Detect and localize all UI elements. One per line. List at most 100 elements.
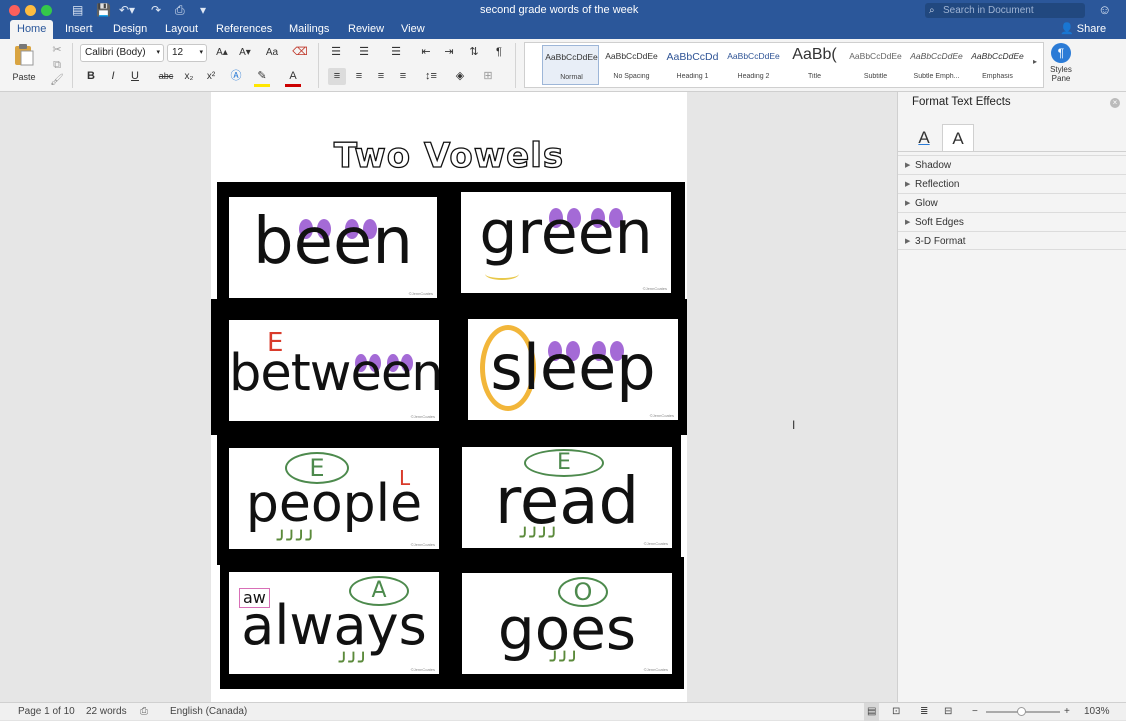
outline-view-icon[interactable]: ≣ bbox=[920, 703, 928, 721]
style-title[interactable]: AaBb(Title bbox=[786, 45, 843, 85]
style-subtle-emphasis[interactable]: AaBbCcDdEe Subtle Emph... bbox=[908, 45, 965, 85]
section-soft-edges[interactable]: ▶ Soft Edges bbox=[898, 212, 1126, 231]
italic-button[interactable]: I bbox=[104, 68, 122, 85]
text-fill-outline-tab[interactable]: A bbox=[908, 124, 940, 152]
tab-home[interactable]: Home bbox=[10, 20, 54, 39]
word-card[interactable]: sleep ©JennCoates bbox=[468, 319, 678, 420]
justify-icon[interactable]: ≡ bbox=[394, 68, 412, 85]
share-button[interactable]: 👤 Share bbox=[1053, 20, 1113, 39]
word-card[interactable]: E L people ╯╯╯╯ ©JennCoates bbox=[229, 448, 439, 549]
subscript-button[interactable]: x₂ bbox=[180, 68, 198, 85]
word-card[interactable]: green ©JennCoates bbox=[461, 192, 671, 293]
word-text: between bbox=[229, 344, 439, 403]
section-reflection[interactable]: ▶ Reflection bbox=[898, 174, 1126, 193]
font-color-icon[interactable]: A bbox=[285, 68, 301, 85]
gallery-more-icon[interactable]: ▸ bbox=[1033, 57, 1037, 66]
word-card[interactable]: E between ©JennCoates bbox=[229, 320, 439, 421]
close-window-button[interactable] bbox=[9, 5, 20, 16]
numbering-icon[interactable]: ☰ bbox=[356, 44, 372, 61]
tab-design[interactable]: Design bbox=[106, 20, 154, 39]
font-size-dropdown[interactable]: 12 ▾ bbox=[167, 44, 207, 62]
shading-icon[interactable]: ◈ bbox=[450, 68, 470, 85]
account-icon[interactable]: ☺ bbox=[1098, 2, 1111, 18]
text-effects-icon[interactable]: Ⓐ bbox=[228, 68, 244, 85]
zoom-out-icon[interactable]: − bbox=[972, 703, 978, 721]
sidebar-toggle-icon[interactable]: ▤ bbox=[72, 2, 83, 18]
increase-indent-icon[interactable]: ⇥ bbox=[441, 44, 457, 61]
line-spacing-icon[interactable]: ↕≡ bbox=[420, 68, 442, 85]
styles-pane-button[interactable]: ¶ Styles Pane bbox=[1046, 43, 1076, 89]
align-right-icon[interactable]: ≡ bbox=[372, 68, 390, 85]
section-3d-format[interactable]: ▶ 3-D Format bbox=[898, 231, 1126, 250]
chevron-down-icon: ▾ bbox=[199, 49, 203, 56]
grow-font-button[interactable]: A▴ bbox=[212, 44, 232, 61]
expand-icon: ▶ bbox=[905, 162, 911, 169]
web-layout-icon[interactable]: ⊡ bbox=[892, 703, 900, 721]
zoom-in-icon[interactable]: + bbox=[1064, 703, 1070, 721]
superscript-button[interactable]: x² bbox=[202, 68, 220, 85]
bold-button[interactable]: B bbox=[82, 68, 100, 85]
section-label: 3-D Format bbox=[915, 236, 966, 247]
shrink-font-button[interactable]: A▾ bbox=[235, 44, 255, 61]
search-input[interactable]: ⌕ Search in Document bbox=[925, 3, 1085, 18]
document-page[interactable]: Two Vowels been ©JennCoates green ©JennC… bbox=[211, 92, 687, 702]
print-icon[interactable]: ⎙ bbox=[175, 2, 185, 18]
style-name: No Spacing bbox=[613, 73, 650, 80]
decrease-indent-icon[interactable]: ⇤ bbox=[418, 44, 434, 61]
customize-toolbar-icon[interactable]: ▾ bbox=[200, 2, 206, 18]
language[interactable]: English (Canada) bbox=[170, 703, 247, 721]
style-heading-2[interactable]: AaBbCcDdEe Heading 2 bbox=[725, 45, 782, 85]
zoom-slider-thumb[interactable] bbox=[1017, 707, 1026, 716]
styles-gallery: AaBbCcDdEe Normal AaBbCcDdEe No Spacing Aa… bbox=[524, 42, 1044, 88]
tab-mailings[interactable]: Mailings bbox=[282, 20, 336, 39]
borders-icon[interactable]: ⊞ bbox=[478, 68, 498, 85]
focus-view-icon[interactable]: ⊟ bbox=[944, 703, 952, 721]
style-heading-1[interactable]: AaBbCcDd Heading 1 bbox=[664, 45, 721, 85]
tab-insert[interactable]: Insert bbox=[58, 20, 100, 39]
style-normal[interactable]: AaBbCcDdEe Normal bbox=[542, 45, 599, 85]
change-case-button[interactable]: Aa bbox=[261, 44, 283, 61]
strikethrough-button[interactable]: abc bbox=[156, 68, 176, 85]
word-card[interactable]: been ©JennCoates bbox=[229, 197, 437, 298]
text-effects-tab[interactable]: A bbox=[942, 124, 974, 152]
word-card[interactable]: O goes ╯╯╯ ©JennCoates bbox=[462, 573, 672, 674]
align-left-icon[interactable]: ≡ bbox=[328, 68, 346, 85]
clear-formatting-icon[interactable]: ⌫ bbox=[290, 44, 310, 61]
word-card[interactable]: aw A always ╯╯╯ ©JennCoates bbox=[229, 572, 439, 674]
format-painter-icon[interactable]: 🖌 bbox=[50, 72, 64, 89]
undo-icon[interactable]: ↶▾ bbox=[119, 2, 135, 18]
sort-icon[interactable]: ⇅ bbox=[466, 44, 482, 61]
style-no-spacing[interactable]: AaBbCcDdEe No Spacing bbox=[603, 45, 660, 85]
underline-button[interactable]: U bbox=[126, 68, 144, 85]
section-glow[interactable]: ▶ Glow bbox=[898, 193, 1126, 212]
proofing-icon[interactable]: ⎙ bbox=[140, 703, 148, 721]
word-card[interactable]: E read ╯╯╯╯ ©JennCoates bbox=[462, 447, 672, 548]
style-emphasis[interactable]: AaBbCcDdEe Emphasis bbox=[969, 45, 1026, 85]
close-icon[interactable]: × bbox=[1110, 98, 1120, 108]
font-size-value: 12 bbox=[172, 47, 184, 58]
style-subtitle[interactable]: AaBbCcDdEe Subtitle bbox=[847, 45, 904, 85]
section-shadow[interactable]: ▶ Shadow bbox=[898, 155, 1126, 174]
tab-view[interactable]: View bbox=[394, 20, 432, 39]
multilevel-list-icon[interactable]: ☰ bbox=[388, 44, 404, 61]
search-icon: ⌕ bbox=[929, 5, 935, 16]
page-count[interactable]: Page 1 of 10 bbox=[18, 703, 75, 721]
page-title: Two Vowels bbox=[333, 135, 565, 176]
minimize-window-button[interactable] bbox=[25, 5, 36, 16]
show-formatting-icon[interactable]: ¶ bbox=[491, 44, 507, 61]
tab-review[interactable]: Review bbox=[341, 20, 391, 39]
document-canvas[interactable]: Two Vowels been ©JennCoates green ©JennC… bbox=[0, 92, 897, 702]
align-center-icon[interactable]: ≡ bbox=[350, 68, 368, 85]
save-icon[interactable]: 💾 bbox=[96, 2, 111, 18]
paste-button[interactable]: Paste bbox=[9, 43, 39, 87]
bullets-icon[interactable]: ☰ bbox=[328, 44, 344, 61]
tab-references[interactable]: References bbox=[209, 20, 279, 39]
tab-layout[interactable]: Layout bbox=[158, 20, 205, 39]
font-name-dropdown[interactable]: Calibri (Body) ▾ bbox=[80, 44, 164, 62]
zoom-level[interactable]: 103% bbox=[1084, 703, 1110, 721]
print-layout-icon[interactable]: ▤ bbox=[864, 703, 880, 721]
redo-icon[interactable]: ↷ bbox=[151, 2, 161, 18]
highlight-icon[interactable]: ✎ bbox=[254, 68, 270, 85]
word-count[interactable]: 22 words bbox=[86, 703, 127, 721]
zoom-window-button[interactable] bbox=[41, 5, 52, 16]
